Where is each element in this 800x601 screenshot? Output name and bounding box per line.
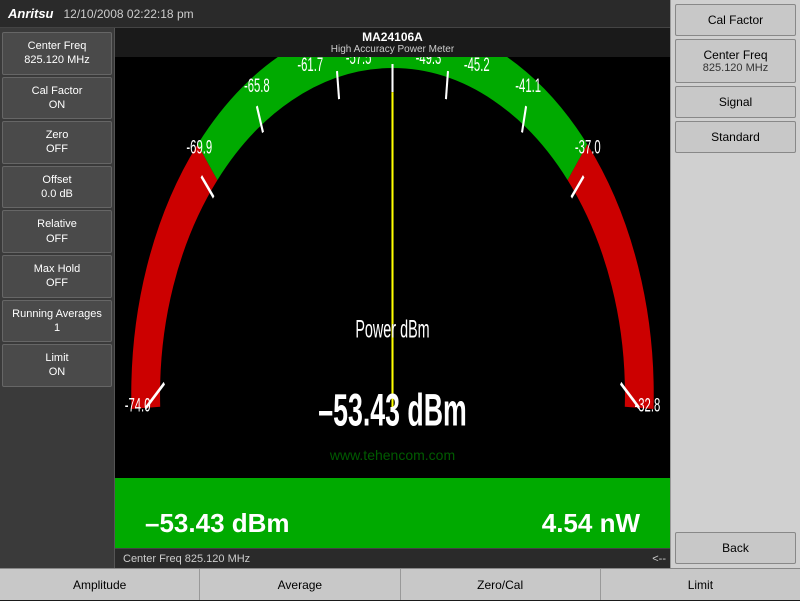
back-button[interactable]: Back: [675, 532, 796, 564]
status-bar: Center Freq 825.120 MHz <--: [115, 548, 670, 568]
svg-text:-49.3: -49.3: [416, 57, 442, 69]
svg-text:-57.5: -57.5: [346, 57, 372, 69]
sidebar-btn-running-avg[interactable]: Running Averages 1: [2, 300, 112, 343]
sidebar-btn-zero[interactable]: Zero OFF: [2, 121, 112, 164]
logo: Anritsu: [8, 6, 54, 21]
device-desc: High Accuracy Power Meter: [115, 44, 670, 55]
left-sidebar: Center Freq 825.120 MHzCal Factor ONZero…: [0, 28, 115, 568]
nw-reading: 4.54 nW: [542, 508, 640, 539]
bottom-tabs: AmplitudeAverageZero/CalLimit: [0, 568, 800, 600]
svg-text:-45.2: -45.2: [464, 57, 490, 76]
sidebar-btn-max-hold[interactable]: Max Hold OFF: [2, 255, 112, 298]
right-btn-standard[interactable]: Standard: [675, 121, 796, 153]
sidebar-btn-relative[interactable]: Relative OFF: [2, 210, 112, 253]
watermark: www.tehencom.com: [330, 447, 455, 463]
svg-text:-69.9: -69.9: [186, 138, 212, 159]
device-model: MA24106A: [115, 30, 670, 44]
right-btn-cal-factor[interactable]: Cal Factor: [675, 4, 796, 36]
arrow-indicator: <--: [652, 553, 670, 565]
svg-text:-65.8: -65.8: [244, 76, 270, 97]
right-sidebar: Cal FactorCenter Freq825.120 MHzSignalSt…: [670, 0, 800, 568]
meter-container: -74.0 -69.9 -65.8 -61.7 -57.5 -53.4 -49.…: [115, 57, 670, 568]
tab-amplitude[interactable]: Amplitude: [0, 569, 200, 600]
svg-text:-74.0: -74.0: [125, 395, 151, 416]
tab-average[interactable]: Average: [200, 569, 400, 600]
right-btn-center-freq[interactable]: Center Freq825.120 MHz: [675, 39, 796, 83]
sidebar-btn-limit[interactable]: Limit ON: [2, 344, 112, 387]
svg-text:–53.43 dBm: –53.43 dBm: [318, 384, 466, 435]
sidebar-btn-center-freq[interactable]: Center Freq 825.120 MHz: [2, 32, 112, 75]
status-text: Center Freq 825.120 MHz: [123, 553, 250, 565]
gauge-area: -74.0 -69.9 -65.8 -61.7 -57.5 -53.4 -49.…: [115, 57, 670, 478]
tab-zerocal[interactable]: Zero/Cal: [401, 569, 601, 600]
svg-text:-61.7: -61.7: [297, 57, 323, 76]
svg-text:-41.1: -41.1: [515, 76, 541, 97]
svg-text:-37.0: -37.0: [575, 138, 601, 159]
right-btn-signal[interactable]: Signal: [675, 86, 796, 118]
tab-limit[interactable]: Limit: [601, 569, 800, 600]
sidebar-btn-offset[interactable]: Offset 0.0 dB: [2, 166, 112, 209]
datetime: 12/10/2008 02:22:18 pm: [64, 7, 723, 21]
device-info: MA24106A High Accuracy Power Meter: [115, 28, 670, 57]
svg-text:-32.8: -32.8: [635, 395, 661, 416]
svg-text:-53.4: -53.4: [380, 57, 406, 62]
gauge-svg: -74.0 -69.9 -65.8 -61.7 -57.5 -53.4 -49.…: [115, 57, 670, 478]
right-spacer: [675, 156, 796, 529]
dbm-reading: –53.43 dBm: [145, 508, 290, 539]
sidebar-btn-cal-factor[interactable]: Cal Factor ON: [2, 77, 112, 120]
svg-text:Power dBm: Power dBm: [355, 317, 429, 344]
main-area: MA24106A High Accuracy Power Meter: [115, 28, 670, 568]
